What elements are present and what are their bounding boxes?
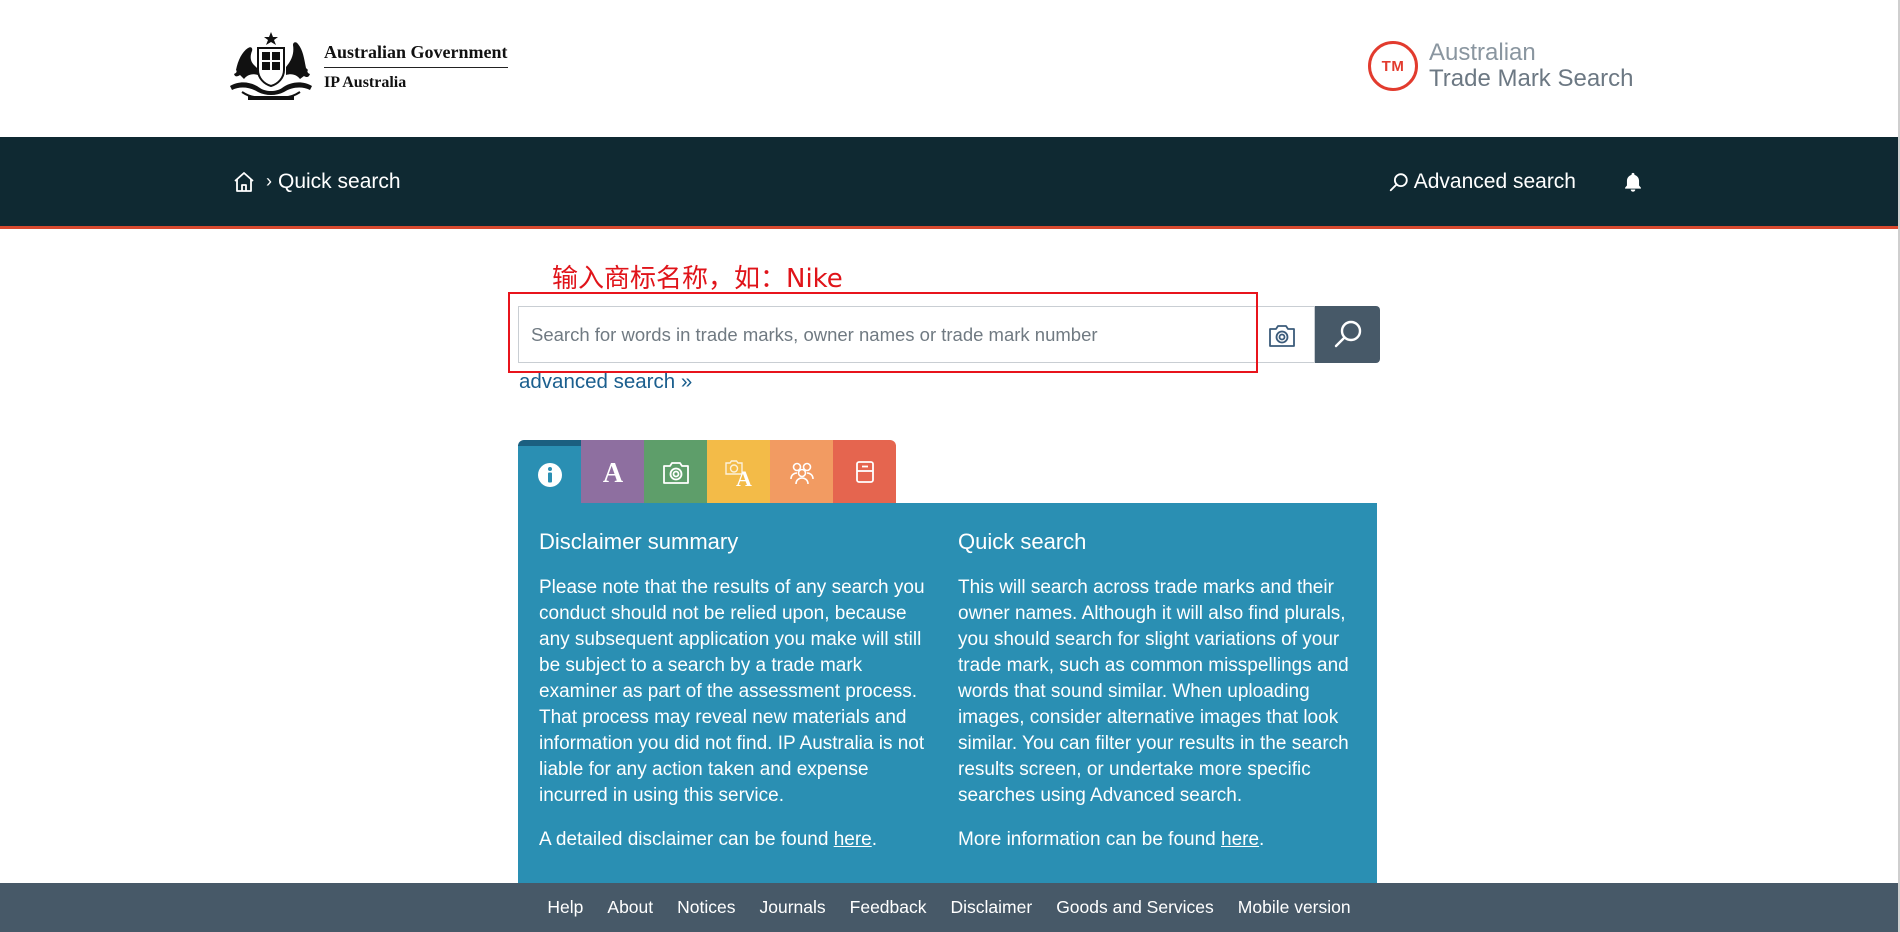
search-icon (1334, 320, 1361, 347)
archive-icon (855, 460, 874, 483)
footer-link-journals[interactable]: Journals (759, 897, 825, 918)
footer-link-goods-and-services[interactable]: Goods and Services (1056, 897, 1214, 918)
footer-link-mobile-version[interactable]: Mobile version (1238, 897, 1351, 918)
svg-text:A: A (736, 466, 752, 487)
advanced-search-nav-label: Advanced search (1413, 169, 1576, 193)
svg-text:A: A (602, 458, 623, 487)
tab-archive-search[interactable] (833, 440, 896, 503)
annotation-label: 输入商标名称，如：Nike (552, 264, 843, 294)
disclaimer-more-info: A detailed disclaimer can be found here. (539, 827, 937, 853)
footer-link-help[interactable]: Help (547, 897, 583, 918)
australian-government-logo[interactable]: Australian Government IP Australia (222, 30, 512, 104)
logo-line-2: Trade Mark Search (1429, 65, 1634, 92)
disclaimer-summary-title: Disclaimer summary (539, 529, 739, 554)
search-submit-button[interactable] (1315, 306, 1380, 363)
footer-link-disclaimer[interactable]: Disclaimer (951, 897, 1033, 918)
bell-icon[interactable] (1622, 171, 1644, 193)
breadcrumb: › Quick search (232, 137, 401, 226)
disclaimer-more-suffix: . (871, 829, 877, 850)
tab-image-search[interactable] (644, 440, 707, 503)
breadcrumb-separator: › (266, 171, 272, 191)
nav-actions: Advanced search (1388, 137, 1644, 226)
quick-search-more-info: More information can be found here. (958, 827, 1356, 853)
footer-link-about[interactable]: About (607, 897, 653, 918)
quick-search-more-suffix: . (1259, 829, 1265, 850)
footer-link-feedback[interactable]: Feedback (850, 897, 927, 918)
word-icon: A (602, 458, 623, 487)
search-icon (1389, 172, 1408, 191)
disclaimer-summary-section: Disclaimer summary Please note that the … (539, 521, 937, 883)
disclaimer-summary-text: Please note that the results of any sear… (539, 577, 925, 806)
home-icon[interactable] (232, 170, 256, 194)
quick-search-info-title: Quick search (958, 529, 1087, 554)
quick-search-more-prefix: More information can be found (958, 829, 1221, 850)
quick-search-here-link[interactable]: here (1221, 829, 1259, 850)
camera-icon (1269, 324, 1296, 347)
tab-info[interactable] (518, 440, 581, 503)
disclaimer-more-prefix: A detailed disclaimer can be found (539, 829, 834, 850)
quick-search-input[interactable] (518, 306, 1251, 363)
tab-image-word-search[interactable]: A (707, 440, 770, 503)
info-icon (537, 462, 562, 487)
footer-link-notices[interactable]: Notices (677, 897, 735, 918)
tm-badge-icon: TM (1368, 41, 1418, 91)
nav-bar: › Quick search Advanced search (0, 137, 1898, 229)
site-header: Australian Government IP Australia TM Au… (0, 0, 1898, 137)
owner-icon (789, 462, 814, 484)
site-footer: Help About Notices Journals Feedback Dis… (0, 883, 1898, 932)
info-panel: Disclaimer summary Please note that the … (518, 503, 1377, 883)
tab-word-search[interactable]: A (581, 440, 644, 503)
tab-owner-search[interactable] (770, 440, 833, 503)
disclaimer-here-link[interactable]: here (834, 829, 872, 850)
trade-mark-search-wordmark: Australian Trade Mark Search (1429, 40, 1634, 92)
page: Australian Government IP Australia TM Au… (0, 0, 1900, 932)
breadcrumb-current: Quick search (278, 169, 401, 193)
advanced-search-nav-link[interactable]: Advanced search (1388, 170, 1576, 194)
image-icon (662, 461, 689, 484)
quick-search-info-section: Quick search This will search across tra… (958, 521, 1356, 883)
advanced-search-link[interactable]: advanced search » (519, 370, 692, 394)
department-name: IP Australia (324, 74, 407, 91)
image-word-icon: A (724, 459, 752, 487)
search-type-tabs: A A (518, 440, 896, 503)
government-name: Australian Government (324, 42, 508, 68)
quick-search-form (518, 306, 1380, 363)
quick-search-info-text: This will search across trade marks and … (958, 577, 1349, 806)
logo-line-1: Australian (1429, 39, 1536, 67)
government-wordmark: Australian Government IP Australia (324, 42, 508, 92)
coat-of-arms-icon (230, 32, 312, 100)
footer-links: Help About Notices Journals Feedback Dis… (535, 897, 1362, 918)
trade-mark-search-logo[interactable]: TM Australian Trade Mark Search (1368, 36, 1634, 96)
image-upload-button[interactable] (1250, 306, 1316, 363)
